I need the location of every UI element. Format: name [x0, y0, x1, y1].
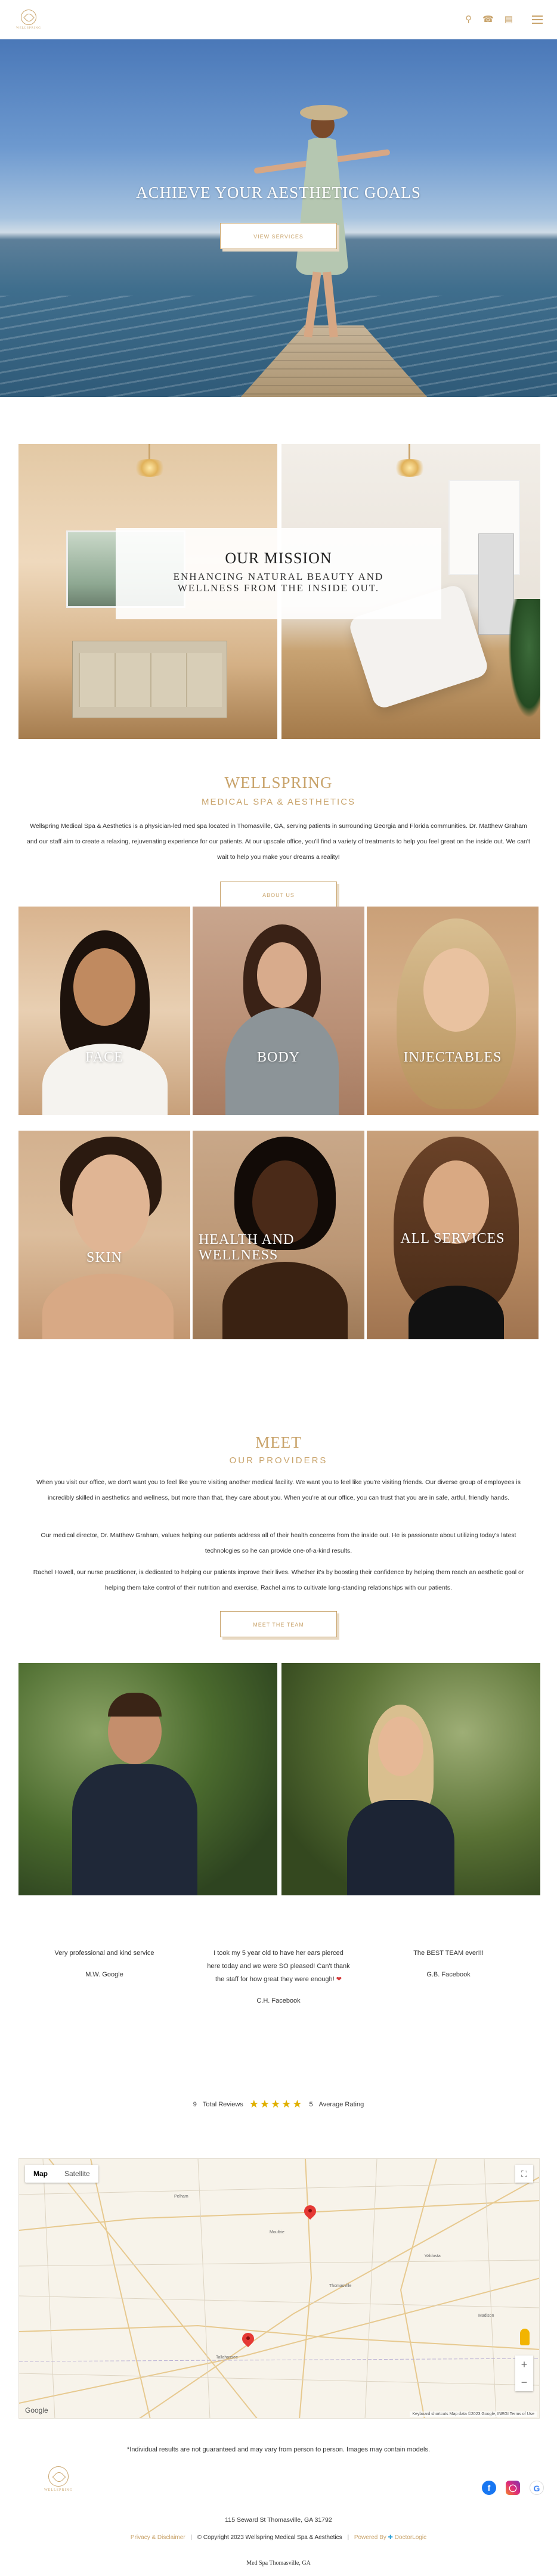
- doctorlogic-icon: ✚: [388, 2534, 393, 2541]
- providers-paragraph-3: Rachel Howell, our nurse practitioner, i…: [33, 1569, 524, 1591]
- doctorlogic-link[interactable]: DoctorLogic: [395, 2534, 426, 2541]
- instagram-icon[interactable]: ◯: [506, 2481, 520, 2495]
- service-label-health-wellness: HEALTH AND WELLNESS: [199, 1232, 295, 1263]
- review-card: Very professional and kind service M.W. …: [33, 1947, 176, 1981]
- average-rating-label: Average Rating: [318, 2100, 364, 2108]
- map-attribution[interactable]: Keyboard shortcuts Map data ©2023 Google…: [410, 2411, 537, 2417]
- service-tile-body[interactable]: BODY: [193, 907, 364, 1115]
- view-services-button[interactable]: VIEW SERVICES: [220, 223, 337, 249]
- facebook-icon[interactable]: f: [482, 2481, 496, 2495]
- providers-paragraph-1: When you visit our office, we don't want…: [36, 1479, 521, 1501]
- review-author: G.B. Facebook: [426, 1971, 471, 1978]
- fullscreen-icon[interactable]: ⛶: [515, 2165, 533, 2183]
- about-subtitle: MEDICAL SPA & AESTHETICS: [201, 797, 356, 807]
- review-card: The BEST TEAM ever!!! G.B. Facebook: [377, 1947, 520, 1981]
- service-label-injectables: INJECTABLES: [403, 1050, 502, 1065]
- site-logo[interactable]: WELLSPRING: [14, 5, 43, 34]
- service-label-all-services: ALL SERVICES: [400, 1231, 505, 1246]
- review-text: Very professional and kind service: [54, 1950, 154, 1957]
- google-icon[interactable]: G: [530, 2481, 544, 2495]
- street-view-icon[interactable]: [520, 2329, 530, 2345]
- mission-title: OUR MISSION: [225, 550, 332, 567]
- service-tile-skin[interactable]: SKIN: [18, 1131, 190, 1339]
- about-text: Wellspring Medical Spa & Aesthetics is a…: [27, 823, 530, 861]
- service-label-face: FACE: [85, 1050, 123, 1065]
- about-title: WELLSPRING: [224, 774, 333, 792]
- hero-banner: [0, 39, 557, 397]
- provider-photo-doctor[interactable]: [18, 1663, 277, 1895]
- map-roads: [19, 2159, 539, 2418]
- review-author: C.H. Facebook: [256, 1997, 301, 2004]
- google-logo: Google: [25, 2406, 48, 2414]
- footer-logo[interactable]: WELLSPRING: [42, 2466, 75, 2500]
- review-card: I took my 5 year old to have her ears pi…: [207, 1947, 350, 2007]
- copyright-text: © Copyright 2023 Wellspring Medical Spa …: [197, 2534, 342, 2541]
- service-tile-injectables[interactable]: INJECTABLES: [367, 907, 539, 1115]
- phone-icon[interactable]: ☎: [482, 15, 494, 24]
- providers-paragraph-2: Our medical director, Dr. Matthew Graham…: [41, 1532, 516, 1554]
- zoom-in-button[interactable]: +: [515, 2355, 533, 2373]
- star-rating-icons: ★★★★★: [249, 2098, 304, 2110]
- menu-icon[interactable]: [532, 15, 543, 24]
- total-reviews-label: Total Reviews: [202, 2100, 243, 2108]
- map-pin-icon[interactable]: ⚲: [465, 15, 472, 24]
- map-type-tabs: Map Satellite: [25, 2165, 98, 2183]
- heart-icon: ❤: [336, 1976, 342, 1983]
- logo-icon: [48, 2466, 69, 2487]
- map-pin-icon[interactable]: [304, 2205, 316, 2222]
- ratings-summary: 9 Total Reviews ★★★★★ 5 Average Rating: [0, 2098, 557, 2111]
- header-actions: ⚲ ☎ ▤: [465, 15, 543, 24]
- map-pin-icon[interactable]: [242, 2333, 254, 2350]
- zoom-out-button[interactable]: −: [515, 2373, 533, 2391]
- service-label-body: BODY: [256, 1050, 300, 1065]
- results-disclaimer: *Individual results are not guaranteed a…: [126, 2446, 431, 2453]
- site-header: WELLSPRING ⚲ ☎ ▤: [0, 0, 557, 39]
- privacy-link[interactable]: Privacy & Disclaimer: [131, 2534, 185, 2541]
- calendar-icon[interactable]: ▤: [505, 15, 513, 24]
- powered-by-label: Powered By: [354, 2534, 386, 2541]
- review-text: I took my 5 year old to have her ears pi…: [207, 1950, 350, 1983]
- footer-address[interactable]: 115 Seward St Thomasville, GA 31792: [0, 2516, 557, 2524]
- map-tab[interactable]: Map: [25, 2165, 56, 2183]
- google-map[interactable]: Pelham Moultrie Thomasville Valdosta Tal…: [18, 2158, 540, 2419]
- review-text: The BEST TEAM ever!!!: [413, 1950, 484, 1957]
- providers-title: MEET: [255, 1433, 302, 1451]
- providers-subtitle: OUR PROVIDERS: [229, 1455, 328, 1466]
- service-tile-health-wellness[interactable]: HEALTH AND WELLNESS: [193, 1131, 364, 1339]
- logo-icon: [21, 9, 36, 25]
- mission-subtitle: ENHANCING NATURAL BEAUTY AND WELLNESS FR…: [173, 571, 384, 594]
- meet-the-team-button[interactable]: MEET THE TEAM: [220, 1611, 337, 1637]
- hero-title: ACHIEVE YOUR AESTHETIC GOALS: [136, 184, 421, 201]
- review-author: M.W. Google: [85, 1971, 123, 1978]
- provider-photo-nurse[interactable]: [281, 1663, 540, 1895]
- average-rating-value: 5: [309, 2100, 313, 2108]
- footer-logo-text: WELLSPRING: [44, 2488, 73, 2492]
- service-label-skin: SKIN: [86, 1250, 122, 1265]
- footer-tagline: Med Spa Thomasville, GA: [246, 2560, 311, 2566]
- service-tile-face[interactable]: FACE: [18, 907, 190, 1115]
- about-us-button[interactable]: ABOUT US: [220, 882, 337, 908]
- total-reviews-count: 9: [193, 2100, 197, 2108]
- service-tile-all-services[interactable]: ALL SERVICES: [367, 1131, 539, 1339]
- footer-links: Privacy & Disclaimer | © Copyright 2023 …: [130, 2534, 427, 2541]
- logo-text: WELLSPRING: [16, 26, 41, 30]
- satellite-tab[interactable]: Satellite: [56, 2165, 98, 2183]
- zoom-controls: + −: [515, 2355, 533, 2391]
